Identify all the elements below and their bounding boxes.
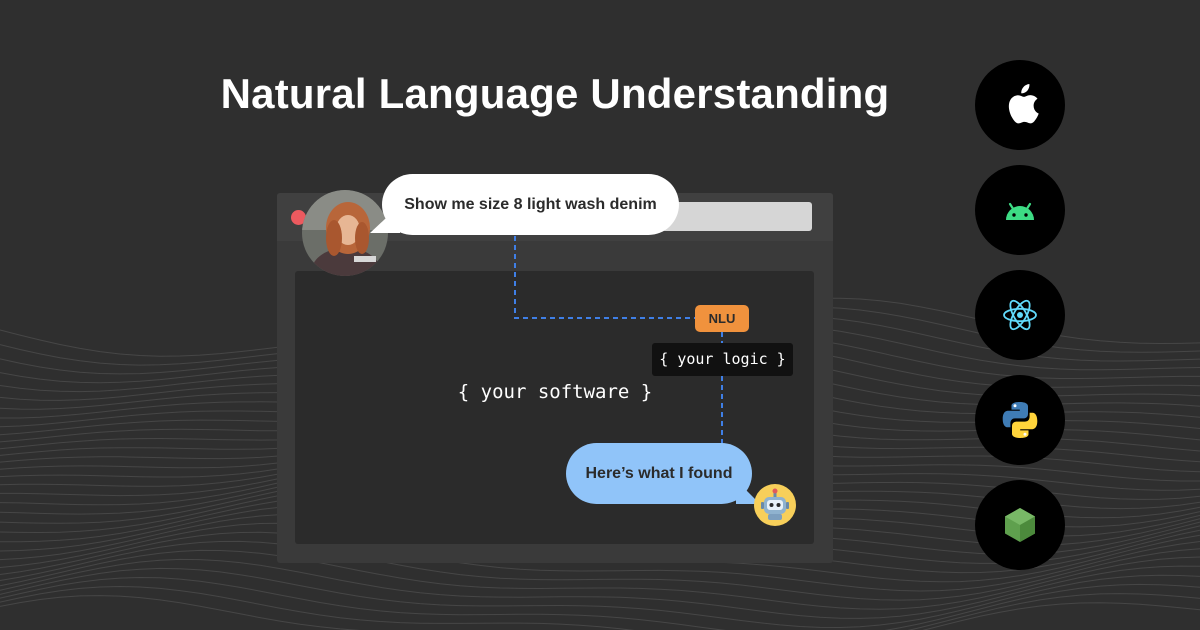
react-platform-button[interactable]: [975, 270, 1065, 360]
nodejs-platform-button[interactable]: [975, 480, 1065, 570]
robot-icon: [754, 484, 796, 526]
nodejs-icon: [1005, 508, 1035, 542]
page-title: Natural Language Understanding: [220, 70, 890, 117]
your-logic-box: { your logic }: [652, 343, 793, 376]
python-icon: [1002, 402, 1038, 438]
apple-icon: [1008, 84, 1039, 124]
nlu-badge: NLU: [695, 305, 749, 332]
android-platform-button[interactable]: [975, 165, 1065, 255]
apple-platform-button[interactable]: [975, 60, 1065, 150]
user-message-bubble: Show me size 8 light wash denim: [382, 174, 679, 235]
address-bar[interactable]: [662, 202, 812, 231]
react-icon: [1003, 299, 1037, 331]
android-icon: [1006, 202, 1034, 220]
your-software-label: { your software }: [457, 381, 653, 403]
bot-message-bubble: Here’s what I found: [566, 443, 752, 504]
python-platform-button[interactable]: [975, 375, 1065, 465]
user-avatar: [302, 190, 388, 276]
